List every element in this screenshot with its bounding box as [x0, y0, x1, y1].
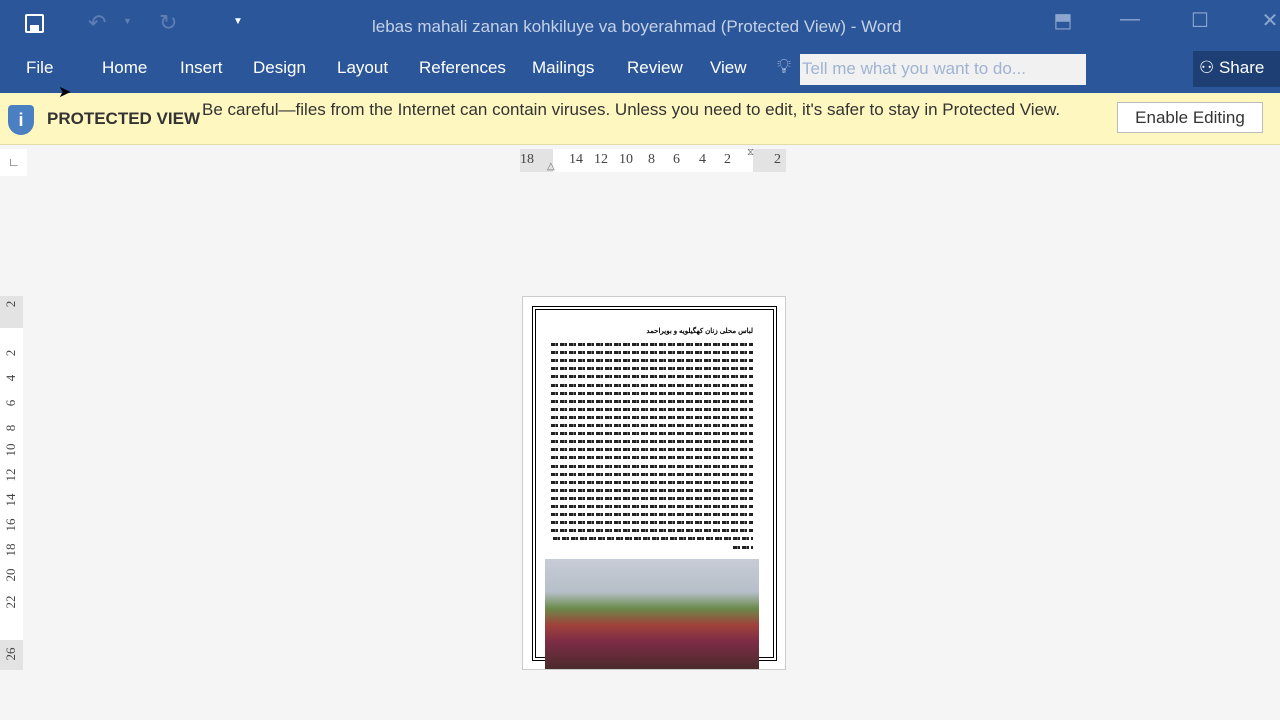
redo-icon[interactable]: ↻ — [159, 10, 177, 36]
text-line — [553, 537, 753, 541]
text-line — [551, 359, 753, 363]
ruler-number: 16 — [3, 518, 18, 532]
text-line — [551, 440, 753, 444]
tab-home[interactable]: Home — [102, 58, 147, 78]
tab-mailings[interactable]: Mailings — [532, 58, 594, 78]
ruler-number: 10 — [619, 152, 633, 167]
text-line — [551, 472, 753, 476]
tab-review[interactable]: Review — [627, 58, 683, 78]
ruler-number: 2 — [724, 152, 731, 167]
share-button[interactable]: ⚇ Share — [1193, 51, 1280, 87]
tab-file[interactable]: File — [26, 58, 53, 78]
text-line — [551, 448, 753, 452]
maximize-icon[interactable]: ☐ — [1185, 8, 1215, 38]
document-title: لباس محلی زنان کهگیلویه و بویراحمد — [646, 328, 753, 335]
text-line — [551, 488, 753, 492]
text-line — [551, 513, 753, 517]
text-line — [551, 399, 753, 403]
shield-icon: i — [8, 105, 34, 135]
undo-dropdown-icon[interactable]: ▼ — [123, 16, 132, 26]
ruler-number: 20 — [3, 568, 18, 582]
ruler-number: 18 — [520, 152, 534, 167]
ribbon-display-options-icon[interactable]: ⬒ — [1048, 8, 1078, 38]
tab-view[interactable]: View — [710, 58, 747, 78]
text-line — [551, 424, 753, 427]
tab-selector[interactable]: ∟ — [0, 149, 27, 176]
enable-editing-button[interactable]: Enable Editing — [1117, 102, 1263, 133]
ruler-number: 22 — [3, 595, 18, 609]
text-line — [551, 480, 753, 484]
share-label: Share — [1218, 58, 1265, 77]
mouse-cursor-icon: ➤ — [58, 84, 72, 101]
ruler-number: 12 — [594, 152, 608, 167]
ruler-number: 8 — [3, 424, 18, 432]
text-line — [551, 464, 753, 468]
text-line — [551, 432, 753, 436]
ribbon-tabs: File Home Insert Design Layout Reference… — [0, 47, 1280, 93]
window-title: lebas mahali zanan kohkiluye va boyerahm… — [372, 17, 902, 36]
text-line — [551, 456, 753, 460]
ruler-number: 6 — [673, 152, 680, 167]
ruler-number: 14 — [3, 493, 18, 507]
text-line — [551, 521, 753, 525]
ruler-number: 8 — [648, 152, 655, 167]
text-line — [733, 545, 753, 549]
ruler-number: 2 — [3, 300, 18, 308]
protected-view-label: PROTECTED VIEW — [47, 109, 201, 128]
minimize-icon[interactable]: — — [1115, 8, 1145, 38]
tab-layout[interactable]: Layout — [337, 58, 388, 78]
document-photo — [545, 559, 759, 669]
person-add-icon: ⚇ — [1199, 58, 1219, 77]
ruler-number: 4 — [3, 374, 18, 382]
text-line — [551, 383, 753, 387]
ruler-number: 10 — [3, 443, 18, 457]
close-icon[interactable]: ✕ — [1255, 8, 1280, 38]
text-line — [551, 415, 753, 419]
text-line — [551, 343, 753, 346]
text-line — [551, 529, 753, 533]
ruler-number: 14 — [569, 152, 583, 167]
ruler-number: 18 — [3, 543, 18, 557]
lightbulb-icon: 💡︎ — [777, 56, 791, 78]
ruler-number: 4 — [699, 152, 706, 167]
text-line — [551, 391, 753, 395]
undo-icon[interactable]: ↶ — [88, 10, 106, 36]
indent-marker-icon[interactable]: △ — [547, 161, 555, 172]
indent-marker-icon[interactable]: ⧖ — [747, 147, 754, 158]
text-line — [551, 505, 753, 508]
customize-qat-icon[interactable]: ▼ — [233, 16, 243, 27]
protected-view-message: Be careful—files from the Internet can c… — [202, 100, 1061, 119]
save-icon[interactable] — [25, 14, 44, 33]
text-line — [551, 496, 753, 500]
ruler-number: 2 — [3, 349, 18, 357]
tell-me-input[interactable]: Tell me what you want to do... — [800, 54, 1086, 85]
ruler-number: 2 — [774, 152, 781, 167]
tab-insert[interactable]: Insert — [180, 58, 223, 78]
text-line — [551, 407, 753, 411]
document-page[interactable]: لباس محلی زنان کهگیلویه و بویراحمد — [522, 296, 786, 670]
protected-view-bar: i PROTECTED VIEW Be careful—files from t… — [0, 93, 1280, 145]
vertical-ruler[interactable]: 2 2 4 6 8 10 12 14 16 18 20 22 26 — [0, 296, 23, 670]
tab-design[interactable]: Design — [253, 58, 306, 78]
text-line — [551, 351, 753, 355]
tab-references[interactable]: References — [419, 58, 506, 78]
title-bar: ↶ ▼ ↻ ▼ lebas mahali zanan kohkiluye va … — [0, 0, 1280, 47]
ruler-number: 26 — [3, 647, 18, 661]
text-line — [551, 375, 753, 379]
ruler-number: 6 — [3, 399, 18, 407]
ruler-number: 12 — [3, 468, 18, 482]
horizontal-ruler[interactable]: 18 14 12 10 8 6 4 2 2 △ ⧖ — [520, 147, 786, 172]
text-line — [551, 367, 753, 371]
